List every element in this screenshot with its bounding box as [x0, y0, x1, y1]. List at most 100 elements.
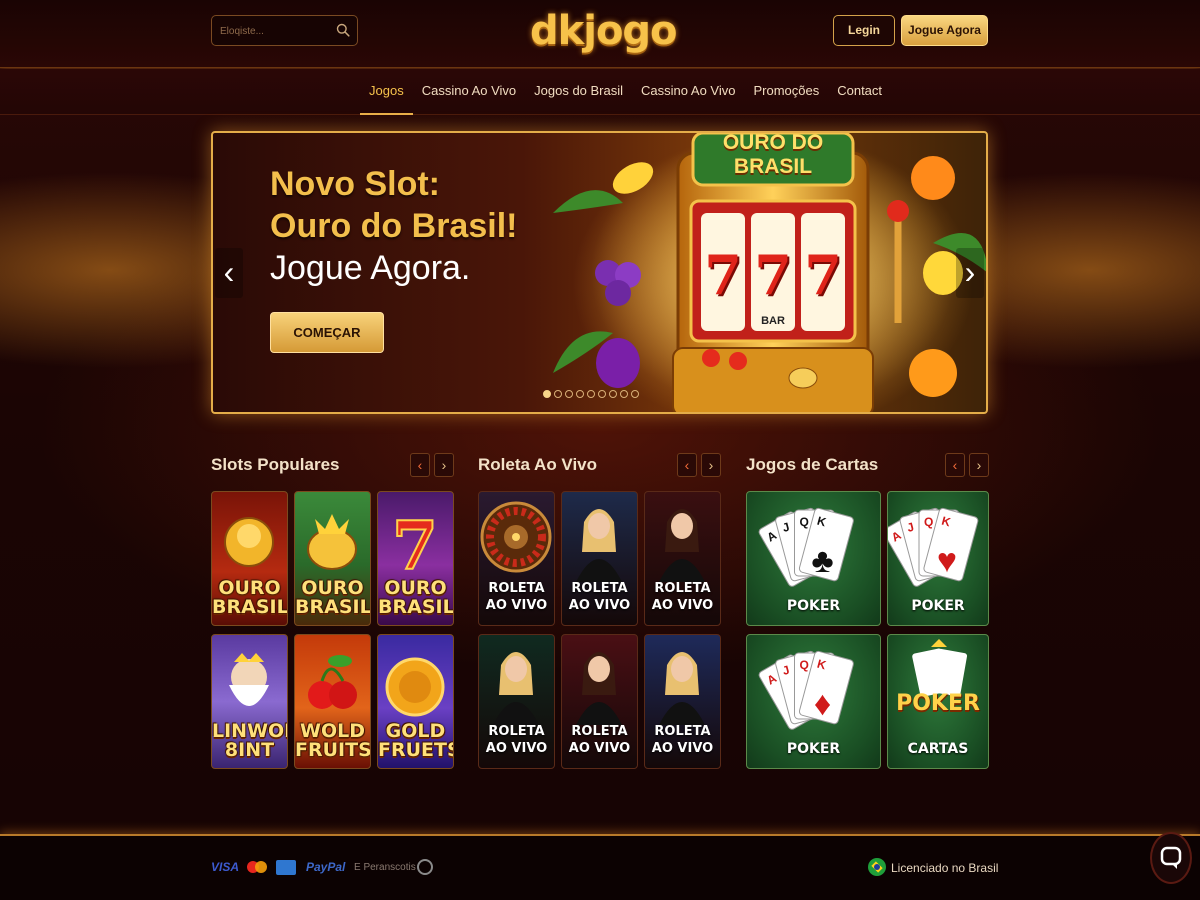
chevron-right-icon[interactable]: ›	[434, 453, 454, 477]
slot-game-tile[interactable]: WOLD FRUITS	[294, 634, 371, 769]
svg-text:♦: ♦	[814, 685, 831, 723]
roulette-wheel-icon	[480, 501, 552, 573]
carousel-dot[interactable]	[620, 390, 628, 398]
svg-text:7: 7	[392, 507, 438, 584]
live-roulette-tile[interactable]: ROLETA AO VIVO	[561, 491, 638, 626]
playing-cards-hearts-icon: AJ Q K♥	[888, 507, 979, 587]
nav-list: Jogos Cassino Ao Vivo Jogos do Brasil Cassi…	[360, 69, 891, 115]
chevron-right-icon[interactable]: ›	[969, 453, 989, 477]
game-title-line-2: AO VIVO	[651, 598, 714, 614]
nav-item[interactable]: Cassino Ao Vivo	[632, 69, 744, 115]
chat-bubble-icon	[1160, 846, 1182, 869]
section-title: Jogos de Cartas	[746, 455, 879, 474]
login-button[interactable]: Legin	[833, 15, 895, 46]
carousel-dots	[543, 390, 639, 398]
chevron-right-icon[interactable]: ›	[701, 453, 721, 477]
svg-text:Q: Q	[800, 515, 809, 529]
start-button[interactable]: COMEÇAR	[270, 312, 384, 353]
game-title-line-2: BRASIL	[212, 596, 288, 618]
carousel-dot[interactable]	[609, 390, 617, 398]
live-dealer-icon	[493, 652, 539, 725]
hero-banner[interactable]: OURO DO BRASIL 777 BAR Novo Slot: Ouro d…	[211, 131, 988, 414]
reel-symbol: 7	[754, 243, 792, 307]
game-title-line-1: ROLETA	[488, 723, 545, 739]
game-title: POKER	[786, 598, 841, 614]
game-title: ROLETA AO VIVO	[479, 580, 554, 615]
section-title: Slots Populares	[211, 455, 340, 474]
game-title: OURO BRASIL	[378, 579, 453, 617]
game-title-line-2: AO VIVO	[485, 598, 548, 614]
brazil-flag-icon	[868, 858, 886, 876]
payment-brand-text: E Peranscotis	[354, 862, 416, 873]
slot-game-tile[interactable]: GOLD FRUETS	[377, 634, 454, 769]
roleta-section: Roleta Ao Vivo ‹ › ROLETA AO VIVO ROLETA AO…	[478, 451, 721, 771]
live-roulette-tile[interactable]: ROLETA AO VIVO	[644, 634, 721, 769]
carousel-dot[interactable]	[576, 390, 584, 398]
svg-text:Q: Q	[800, 658, 809, 672]
game-title-line-2: BRASIL	[295, 596, 371, 618]
carousel-dot[interactable]	[565, 390, 573, 398]
nav-item[interactable]: Jogos	[360, 69, 413, 115]
card-game-tile[interactable]: A J Q K ♥ POKER	[887, 491, 989, 626]
reel-bar-symbol: BAR	[761, 315, 785, 327]
section-title: Roleta Ao Vivo	[478, 455, 598, 474]
chevron-left-icon[interactable]: ‹	[410, 453, 430, 477]
game-title: CARTAS	[907, 741, 969, 757]
chevron-left-icon[interactable]: ‹	[945, 453, 965, 477]
slot-game-tile[interactable]: 7 OURO BRASIL	[377, 491, 454, 626]
slot-sign: OURO DO BRASIL	[722, 131, 824, 178]
zeus-icon	[229, 653, 269, 706]
live-roulette-tile[interactable]: ROLETA AO VIVO	[478, 634, 555, 769]
lucky-seven-icon: 7	[391, 506, 439, 584]
card-game-tile[interactable]: POKER CARTAS	[887, 634, 989, 769]
carousel-dot[interactable]	[598, 390, 606, 398]
search-icon[interactable]	[336, 23, 350, 37]
card-game-tile[interactable]: A J Q K ♦ POKER	[746, 634, 881, 769]
live-roulette-tile[interactable]: ROLETA AO VIVO	[561, 634, 638, 769]
game-title: ROLETA AO VIVO	[479, 723, 554, 758]
search-box	[211, 15, 358, 46]
playing-cards-diamonds-icon: AJ Q K♦	[758, 650, 854, 730]
paypal-logo: PayPal	[306, 860, 346, 874]
game-title-line-1: ROLETA	[571, 580, 628, 596]
chevron-left-icon[interactable]: ‹	[677, 453, 697, 477]
poker-logo-text: POKER	[896, 691, 980, 716]
slot-game-tile[interactable]: LINWORD8INT	[211, 634, 288, 769]
live-roulette-tile[interactable]: ROLETA AO VIVO	[478, 491, 555, 626]
carousel-dot[interactable]	[554, 390, 562, 398]
slot-game-tile[interactable]: OURO BRASIL	[211, 491, 288, 626]
card-game-tile[interactable]: A J Q K ♣ POKER	[746, 491, 881, 626]
game-title: ROLETA AO VIVO	[562, 580, 637, 615]
game-title-line-1: ROLETA	[488, 580, 545, 596]
nav-item[interactable]: Jogos do Brasil	[525, 69, 632, 115]
svg-text:Q: Q	[924, 515, 933, 529]
carousel-dot[interactable]	[543, 390, 551, 398]
section-arrows: ‹ ›	[677, 453, 721, 477]
live-roulette-tile[interactable]: ROLETA AO VIVO	[644, 491, 721, 626]
game-title: OURO BRASIL	[212, 579, 287, 617]
hero-next-arrow-icon[interactable]: ›	[956, 248, 984, 298]
chat-button[interactable]	[1150, 832, 1192, 884]
gold-coin-icon	[385, 657, 445, 717]
slot-game-tile[interactable]: OURO BRASIL	[294, 491, 371, 626]
svg-text:♥: ♥	[937, 542, 957, 580]
seal-icon	[417, 859, 433, 875]
search-input[interactable]	[220, 23, 335, 39]
hero-prev-arrow-icon[interactable]: ‹	[215, 248, 243, 298]
main-nav: Jogos Cassino Ao Vivo Jogos do Brasil Cassi…	[0, 69, 1200, 115]
live-dealer-icon	[659, 652, 705, 725]
game-title: WOLD FRUITS	[295, 722, 370, 760]
carousel-dot[interactable]	[631, 390, 639, 398]
hero-title-line-3: Jogue Agora.	[270, 249, 471, 287]
nav-item[interactable]: Contact	[828, 69, 891, 115]
license-text: Licenciado no Brasil	[891, 861, 999, 875]
game-title: ROLETA AO VIVO	[562, 723, 637, 758]
slots-section: Slots Populares ‹ › OURO BRASIL OURO BRASIL…	[211, 451, 454, 771]
game-title-line-2: BRASIL	[378, 596, 454, 618]
svg-text:♣: ♣	[811, 542, 833, 580]
site-logo[interactable]: dkjogo	[530, 8, 678, 54]
play-now-button[interactable]: Jogue Agora	[901, 15, 988, 46]
nav-item[interactable]: Cassino Ao Vivo	[413, 69, 525, 115]
carousel-dot[interactable]	[587, 390, 595, 398]
nav-item[interactable]: Promoções	[744, 69, 828, 115]
